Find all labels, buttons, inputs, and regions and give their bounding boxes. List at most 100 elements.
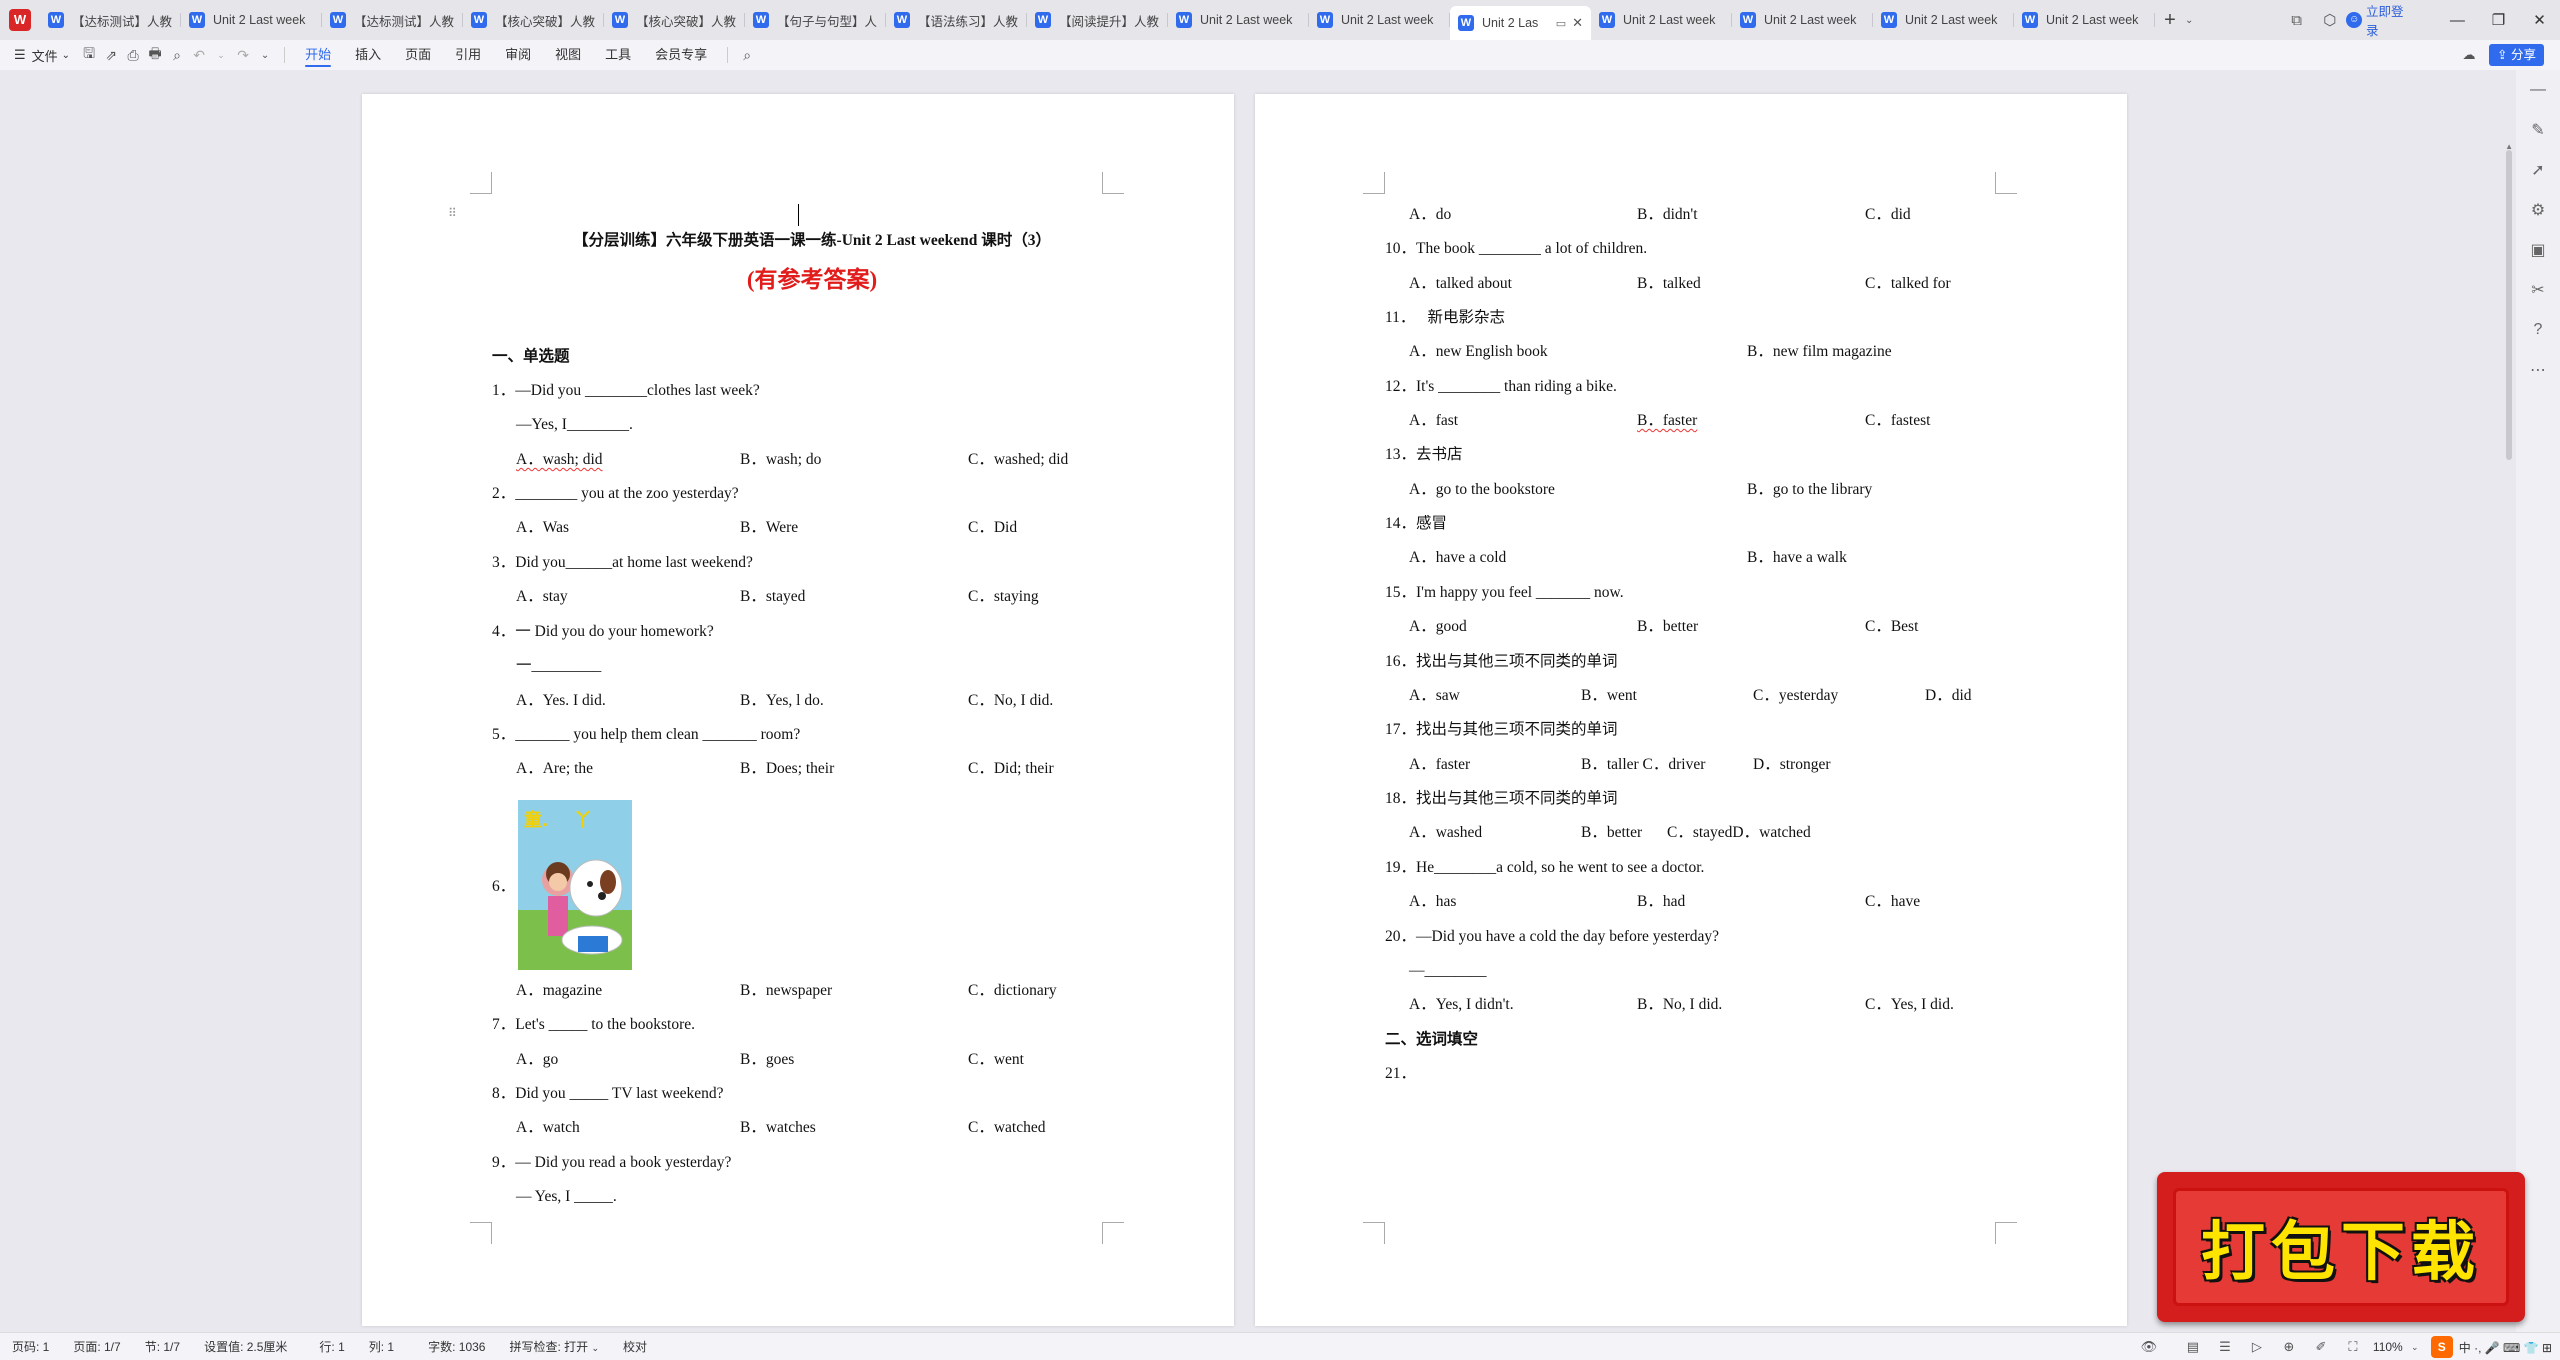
doc-tab[interactable]: W 【达标测试】人教 bbox=[322, 5, 463, 35]
document-page-1[interactable]: ⠿ 【分层训练】六年级下册英语一课一练-Unit 2 Last weekend … bbox=[362, 94, 1234, 1326]
close-tab-icon[interactable]: ✕ bbox=[1572, 15, 1583, 31]
status-pages[interactable]: 页面: 1/7 bbox=[61, 1338, 132, 1355]
page-view-icon[interactable]: ▤ bbox=[2177, 1339, 2209, 1355]
status-word-count[interactable]: 字数: 1036 bbox=[416, 1338, 497, 1355]
doc-tab-active[interactable]: W Unit 2 Las ▭ ✕ bbox=[1450, 6, 1591, 40]
doc-tab[interactable]: W Unit 2 Last week bbox=[181, 5, 322, 35]
more-icon[interactable]: ⋯ bbox=[2516, 350, 2560, 390]
option-b: B．better bbox=[1581, 824, 1643, 841]
cube-icon[interactable]: ⬡ bbox=[2313, 11, 2346, 29]
ribbon-tab-member[interactable]: 会员专享 bbox=[643, 40, 719, 70]
search-icon[interactable]: ⌕ bbox=[736, 47, 758, 64]
ribbon-tab-insert[interactable]: 插入 bbox=[343, 40, 393, 70]
download-banner[interactable]: 打包下载 bbox=[2157, 1172, 2525, 1322]
doc-tab[interactable]: W 【语法练习】人教 bbox=[886, 5, 1027, 35]
option-a: A．watch bbox=[516, 1119, 580, 1136]
tools-icon[interactable]: ✂ bbox=[2516, 270, 2560, 310]
word-doc-icon: W bbox=[1458, 15, 1474, 31]
status-setting[interactable]: 设置值: 2.5厘米 bbox=[192, 1338, 299, 1355]
q-num: 19． bbox=[1385, 859, 1417, 876]
export-icon[interactable]: ⇗ bbox=[100, 47, 122, 64]
collapse-icon[interactable]: — bbox=[2516, 70, 2560, 110]
file-menu-label: 文件 bbox=[31, 48, 58, 64]
doc-tab[interactable]: W Unit 2 Last week bbox=[1732, 5, 1873, 35]
sogou-ime-icon[interactable]: S bbox=[2430, 1336, 2453, 1358]
status-proof[interactable]: 校对 bbox=[611, 1338, 659, 1355]
doc-tab[interactable]: W 【核心突破】人教 bbox=[604, 5, 745, 35]
print-preview-icon[interactable]: ⌕ bbox=[166, 47, 188, 64]
document-page-2[interactable]: A．do B．didn't C．did 10．The book ________… bbox=[1255, 94, 2127, 1326]
zoom-chevron-icon[interactable]: ⌄ bbox=[2407, 1342, 2423, 1353]
tab-label: 【句子与句型】人 bbox=[777, 14, 878, 29]
q-num: 5． bbox=[492, 726, 516, 743]
help-icon[interactable]: ? bbox=[2516, 310, 2560, 350]
option-d: D．did bbox=[1925, 687, 1972, 704]
ribbon-tab-view[interactable]: 视图 bbox=[543, 40, 593, 70]
play-icon[interactable]: ▷ bbox=[2241, 1339, 2273, 1355]
cursor-select-icon[interactable]: ➚ bbox=[2516, 150, 2560, 190]
q-num: 7． bbox=[492, 1016, 516, 1033]
redo-icon[interactable]: ↷ bbox=[232, 47, 254, 64]
crop-mark bbox=[1102, 172, 1124, 194]
tab-list-chevron-icon[interactable]: ⌄ bbox=[2185, 15, 2201, 26]
login-button[interactable]: ☺ 立即登录 bbox=[2346, 1, 2414, 39]
vertical-scrollbar-thumb[interactable] bbox=[2506, 150, 2512, 460]
undo-icon[interactable]: ↶ bbox=[188, 47, 210, 64]
ime-status[interactable]: 中 ·, 🎤 ⌨ 👕 ⊞ bbox=[2459, 1339, 2552, 1356]
ime-toolbar[interactable]: S 中 ·, 🎤 ⌨ 👕 ⊞ bbox=[2423, 1336, 2560, 1358]
option-c: C．went bbox=[968, 1051, 1024, 1068]
download-banner-text: 打包下载 bbox=[2201, 1215, 2481, 1290]
undo-chevron-icon[interactable]: ⌄ bbox=[210, 50, 232, 61]
outline-view-icon[interactable]: ☰ bbox=[2209, 1339, 2241, 1355]
doc-tab[interactable]: W Unit 2 Last week bbox=[1591, 5, 1732, 35]
zoom-level[interactable]: 110% bbox=[2369, 1340, 2407, 1354]
quick-access-chevron-icon[interactable]: ⌄ bbox=[254, 50, 276, 61]
doc-tab[interactable]: W 【阅读提升】人教 bbox=[1027, 5, 1168, 35]
pdf-icon[interactable]: ⎙ bbox=[122, 47, 144, 64]
settings-sliders-icon[interactable]: ⚙ bbox=[2516, 190, 2560, 230]
image-tool-icon[interactable]: ▣ bbox=[2516, 230, 2560, 270]
option-row: A．talked about B．talked C．talked for bbox=[1385, 273, 2005, 295]
option-row: A．wash; did B．wash; do C．washed; did bbox=[492, 449, 1112, 471]
status-spell-check[interactable]: 拼写检查: 打开 ⌄ bbox=[497, 1338, 611, 1355]
ribbon-tab-references[interactable]: 引用 bbox=[443, 40, 493, 70]
print-icon[interactable]: 🖶 bbox=[144, 43, 166, 67]
restore-icon[interactable]: ❐ bbox=[2478, 11, 2519, 29]
fit-screen-icon[interactable]: ⛶ bbox=[2337, 1339, 2369, 1355]
new-tab-plus-icon[interactable]: + bbox=[2155, 9, 2185, 32]
doc-tab[interactable]: W Unit 2 Last week bbox=[1873, 5, 2014, 35]
ribbon-tab-tools[interactable]: 工具 bbox=[593, 40, 643, 70]
doc-tab[interactable]: W Unit 2 Last week bbox=[1168, 5, 1309, 35]
q-stem: I'm happy you feel _______ now. bbox=[1416, 584, 1624, 601]
web-view-icon[interactable]: ⊕ bbox=[2273, 1339, 2305, 1355]
ribbon-tab-page[interactable]: 页面 bbox=[393, 40, 443, 70]
close-window-icon[interactable]: ✕ bbox=[2519, 11, 2560, 29]
ribbon-tab-review[interactable]: 审阅 bbox=[493, 40, 543, 70]
eye-protect-icon[interactable]: 👁 bbox=[2133, 1339, 2165, 1355]
file-menu-button[interactable]: ☰ 文件 ⌄ bbox=[0, 40, 78, 70]
option-a: A．saw bbox=[1409, 687, 1460, 704]
question-12: 12．It's ________ than riding a bike. bbox=[1385, 376, 1617, 398]
document-workspace[interactable]: ⠿ 【分层训练】六年级下册英语一课一练-Unit 2 Last weekend … bbox=[0, 70, 2560, 1332]
pen-icon[interactable]: ✎ bbox=[2516, 110, 2560, 150]
doc-tab[interactable]: W 【达标测试】人教 bbox=[40, 5, 181, 35]
tab-label: Unit 2 Last week bbox=[213, 13, 306, 27]
doc-tab[interactable]: W 【核心突破】人教 bbox=[463, 5, 604, 35]
option-row: A．new English book B．new film magazine bbox=[1385, 341, 2005, 363]
minimize-icon[interactable]: — bbox=[2437, 12, 2478, 29]
status-page-number[interactable]: 页码: 1 bbox=[0, 1338, 61, 1355]
pen-mode-icon[interactable]: ✐ bbox=[2305, 1339, 2337, 1355]
save-icon[interactable]: 🖫 bbox=[78, 43, 100, 67]
doc-tab[interactable]: W Unit 2 Last week bbox=[1309, 5, 1450, 35]
ribbon-tab-home[interactable]: 开始 bbox=[293, 40, 343, 70]
doc-title: 【分层训练】六年级下册英语一课一练-Unit 2 Last weekend 课时… bbox=[573, 232, 1051, 249]
drag-handle-icon[interactable]: ⠿ bbox=[448, 206, 457, 220]
wps-logo-icon[interactable]: W bbox=[0, 0, 40, 40]
status-section[interactable]: 节: 1/7 bbox=[133, 1338, 192, 1355]
magazine-cover-image[interactable]: 童. 丫 bbox=[518, 800, 632, 970]
doc-tab[interactable]: W Unit 2 Last week bbox=[2014, 5, 2155, 35]
doc-tab[interactable]: W 【句子与句型】人 bbox=[745, 5, 886, 35]
cloud-sync-icon[interactable]: ☁ bbox=[2458, 44, 2480, 66]
share-button[interactable]: ⇪ 分享 bbox=[2489, 44, 2544, 66]
window-mode-icon[interactable]: ⧉ bbox=[2280, 12, 2313, 29]
